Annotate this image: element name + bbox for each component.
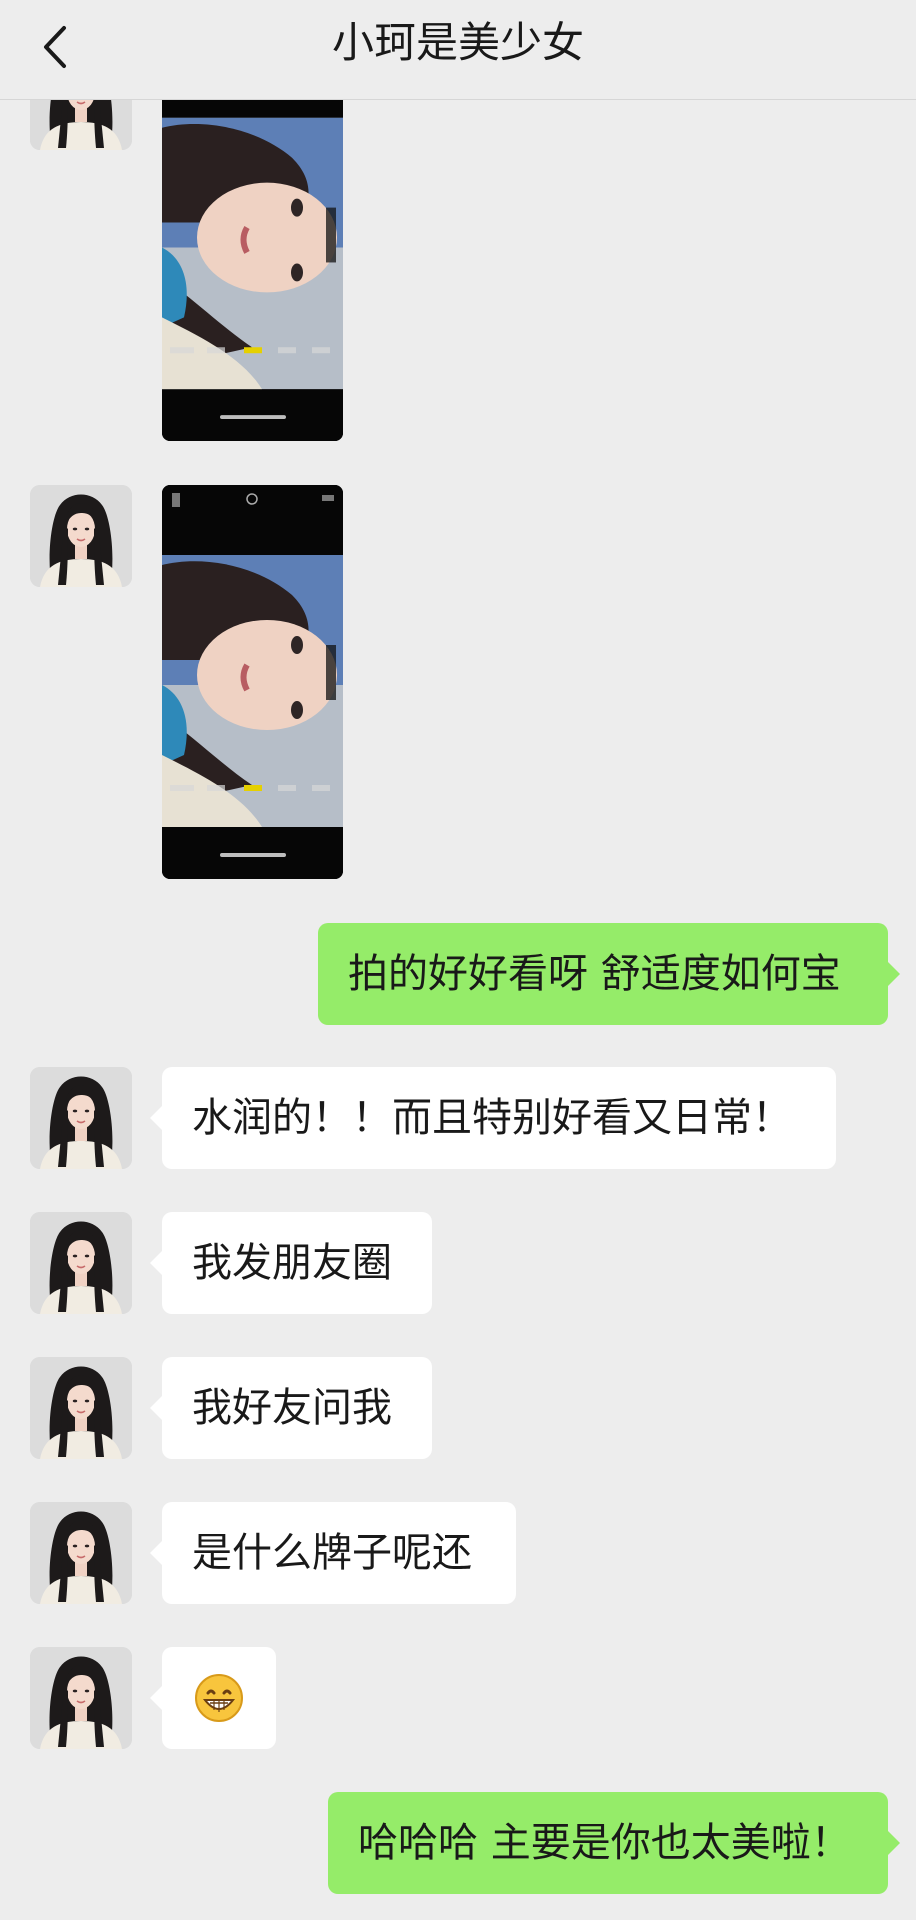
contact-avatar[interactable] bbox=[30, 1212, 132, 1314]
emoji-message-bubble[interactable] bbox=[150, 1647, 276, 1749]
contact-avatar[interactable] bbox=[30, 1357, 132, 1459]
image-message[interactable] bbox=[162, 48, 343, 441]
navigation-bar: 小珂是美少女 bbox=[0, 0, 916, 100]
incoming-message-bubble[interactable]: 水润的！！而且特别好看又日常！ bbox=[150, 1067, 836, 1169]
contact-avatar[interactable] bbox=[30, 1502, 132, 1604]
contact-avatar[interactable] bbox=[30, 1647, 132, 1749]
incoming-message-bubble[interactable]: 是什么牌子呢还 bbox=[150, 1502, 516, 1604]
outgoing-message-bubble[interactable]: 拍的好好看呀 舒适度如何宝 bbox=[318, 923, 900, 1025]
outgoing-message-bubble[interactable]: 哈哈哈 主要是你也太美啦！ bbox=[328, 1792, 900, 1894]
incoming-message-bubble[interactable]: 我好友问我 bbox=[150, 1357, 432, 1459]
contact-avatar[interactable] bbox=[30, 1067, 132, 1169]
chat-title: 小珂是美少女 bbox=[331, 18, 584, 67]
incoming-message-bubble[interactable]: 我发朋友圈 bbox=[150, 1212, 432, 1314]
contact-avatar[interactable] bbox=[30, 485, 132, 587]
image-message[interactable] bbox=[162, 485, 343, 879]
grinning-face-icon bbox=[195, 1674, 243, 1722]
